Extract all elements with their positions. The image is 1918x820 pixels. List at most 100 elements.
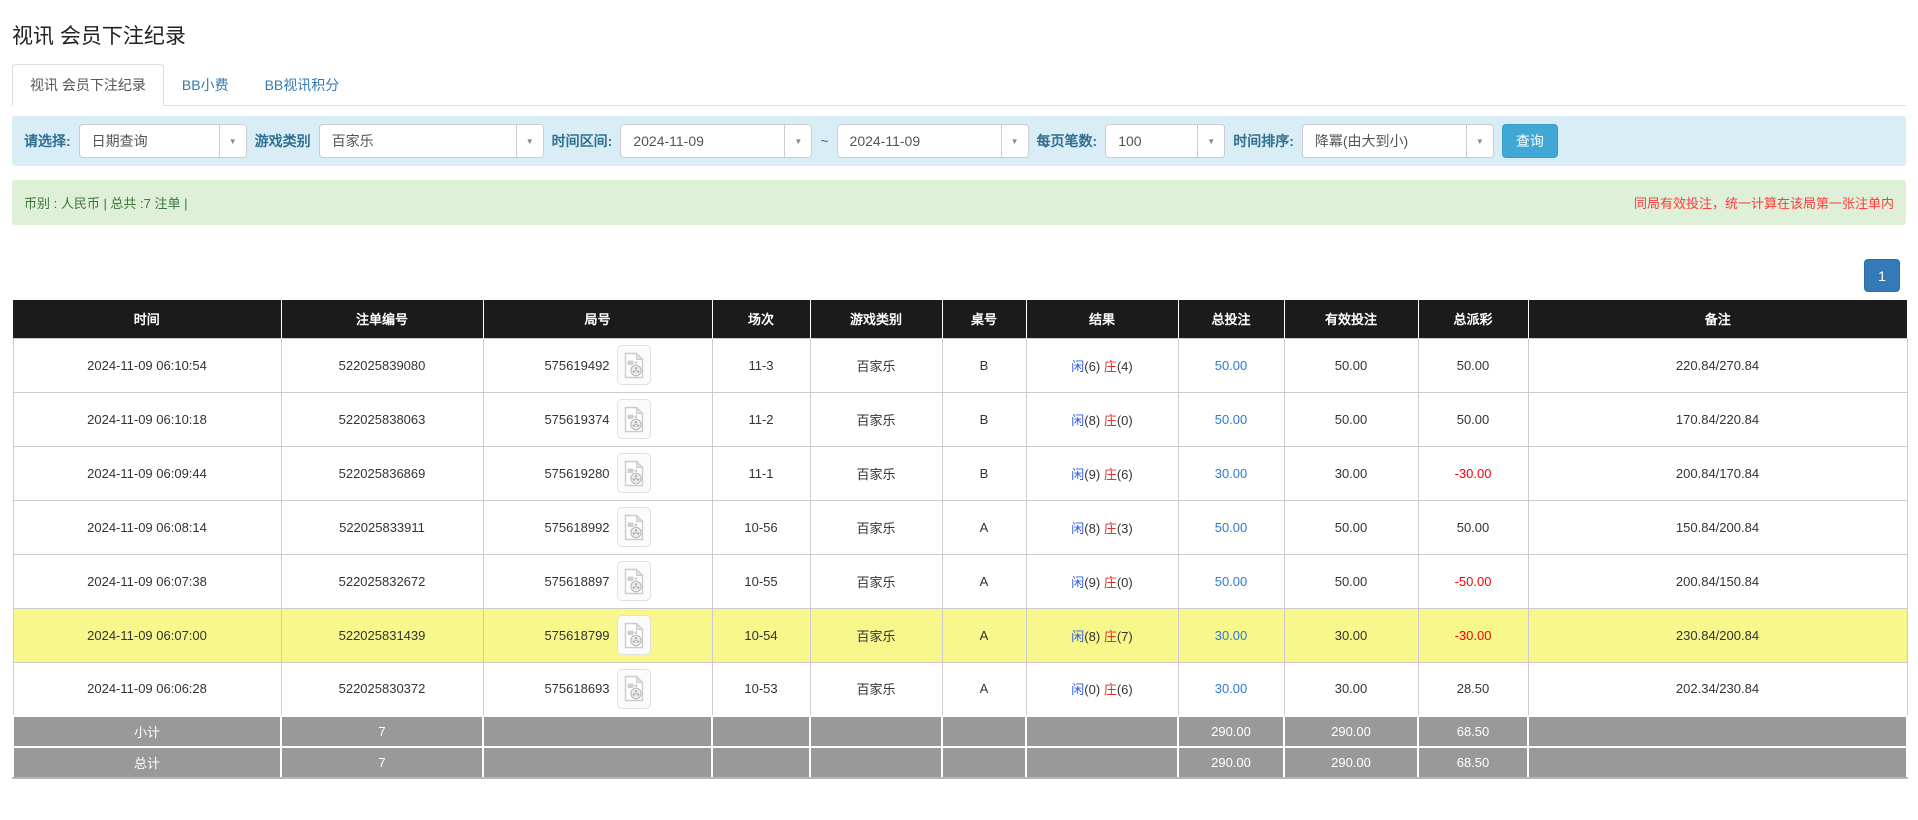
header-time: 时间 bbox=[13, 300, 281, 338]
result-banker-label: 庄 bbox=[1104, 575, 1117, 590]
header-round-id: 局号 bbox=[483, 300, 712, 338]
date-to-value: 2024-11-09 bbox=[838, 133, 1001, 149]
result-banker-value: (3) bbox=[1117, 521, 1133, 536]
session-cell: 10-56 bbox=[712, 500, 810, 554]
header-valid-bet: 有效投注 bbox=[1284, 300, 1418, 338]
bet-id-cell: 522025833911 bbox=[281, 500, 483, 554]
same-round-notice: 同局有效投注，统一计算在该局第一张注单内 bbox=[1634, 193, 1894, 212]
tab-bb-tip[interactable]: BB小费 bbox=[164, 64, 247, 106]
round-id-cell: 575619374 bbox=[483, 392, 712, 446]
total-label: 总计 bbox=[13, 747, 281, 778]
result-banker-value: (6) bbox=[1117, 682, 1133, 697]
result-banker-label: 庄 bbox=[1104, 682, 1117, 697]
remark-cell: 230.84/200.84 bbox=[1528, 608, 1907, 662]
result-player-value: (8) bbox=[1084, 413, 1100, 428]
total-bet-link[interactable]: 50.00 bbox=[1215, 520, 1248, 535]
round-id-value: 575618897 bbox=[544, 574, 609, 589]
video-replay-button[interactable] bbox=[617, 453, 651, 493]
date-from-input[interactable]: 2024-11-09 ▼ bbox=[620, 124, 812, 158]
round-id-value: 575618799 bbox=[544, 628, 609, 643]
video-replay-button[interactable] bbox=[617, 669, 651, 709]
query-type-select[interactable]: 日期查询 ▼ bbox=[79, 124, 247, 158]
total-bet-cell: 30.00 bbox=[1178, 662, 1284, 716]
date-range-label: 时间区间: bbox=[552, 131, 613, 151]
video-file-icon bbox=[623, 675, 645, 702]
bet-table: 时间 注单编号 局号 场次 游戏类别 桌号 结果 总投注 有效投注 总派彩 备注… bbox=[12, 300, 1908, 779]
table-row: 2024-11-09 06:10:54 522025839080 5756194… bbox=[13, 338, 1907, 392]
table-no-cell: B bbox=[942, 392, 1026, 446]
video-replay-button[interactable] bbox=[617, 345, 651, 385]
tab-bb-video-points[interactable]: BB视讯积分 bbox=[247, 64, 358, 106]
date-range-separator: ~ bbox=[820, 133, 828, 149]
valid-bet-cell: 50.00 bbox=[1284, 338, 1418, 392]
result-player-label: 闲 bbox=[1071, 467, 1084, 482]
pagination: 1 bbox=[12, 259, 1906, 292]
result-banker-value: (7) bbox=[1117, 629, 1133, 644]
valid-bet-cell: 30.00 bbox=[1284, 446, 1418, 500]
chevron-down-icon: ▼ bbox=[784, 125, 811, 157]
total-bet-cell: 50.00 bbox=[1178, 392, 1284, 446]
table-no-cell: B bbox=[942, 338, 1026, 392]
result-banker-label: 庄 bbox=[1104, 467, 1117, 482]
video-replay-button[interactable] bbox=[617, 561, 651, 601]
video-replay-button[interactable] bbox=[617, 399, 651, 439]
subtotal-count: 7 bbox=[281, 716, 483, 747]
total-bet-link[interactable]: 50.00 bbox=[1215, 574, 1248, 589]
session-cell: 11-2 bbox=[712, 392, 810, 446]
result-player-value: (0) bbox=[1084, 682, 1100, 697]
result-banker-value: (0) bbox=[1117, 413, 1133, 428]
payout-cell: 50.00 bbox=[1418, 500, 1528, 554]
payout-cell: -30.00 bbox=[1418, 446, 1528, 500]
payout-cell: -30.00 bbox=[1418, 608, 1528, 662]
bet-id-cell: 522025831439 bbox=[281, 608, 483, 662]
total-bet-link[interactable]: 30.00 bbox=[1215, 628, 1248, 643]
payout-cell: 50.00 bbox=[1418, 338, 1528, 392]
video-replay-button[interactable] bbox=[617, 507, 651, 547]
total-total-bet: 290.00 bbox=[1178, 747, 1284, 778]
query-type-label: 请选择: bbox=[24, 131, 71, 151]
valid-bet-cell: 30.00 bbox=[1284, 662, 1418, 716]
video-replay-button[interactable] bbox=[617, 615, 651, 655]
session-cell: 11-3 bbox=[712, 338, 810, 392]
video-file-icon bbox=[623, 352, 645, 379]
round-id-value: 575618992 bbox=[544, 520, 609, 535]
table-no-cell: B bbox=[942, 446, 1026, 500]
chevron-down-icon: ▼ bbox=[516, 125, 543, 157]
remark-cell: 220.84/270.84 bbox=[1528, 338, 1907, 392]
result-banker-label: 庄 bbox=[1104, 629, 1117, 644]
bet-id-cell: 522025836869 bbox=[281, 446, 483, 500]
date-to-input[interactable]: 2024-11-09 ▼ bbox=[837, 124, 1029, 158]
subtotal-row: 小计 7 290.00 290.00 68.50 bbox=[13, 716, 1907, 747]
total-bet-link[interactable]: 50.00 bbox=[1215, 358, 1248, 373]
search-button[interactable]: 查询 bbox=[1502, 124, 1558, 158]
total-bet-link[interactable]: 30.00 bbox=[1215, 466, 1248, 481]
valid-bet-cell: 50.00 bbox=[1284, 500, 1418, 554]
result-cell: 闲(9) 庄(6) bbox=[1026, 446, 1178, 500]
total-bet-link[interactable]: 50.00 bbox=[1215, 412, 1248, 427]
time-cell: 2024-11-09 06:06:28 bbox=[13, 662, 281, 716]
page-button-1[interactable]: 1 bbox=[1864, 259, 1900, 292]
page-size-input[interactable]: 100 ▼ bbox=[1105, 124, 1225, 158]
date-from-value: 2024-11-09 bbox=[621, 133, 784, 149]
result-player-label: 闲 bbox=[1071, 413, 1084, 428]
table-no-cell: A bbox=[942, 554, 1026, 608]
valid-bet-cell: 30.00 bbox=[1284, 608, 1418, 662]
video-file-icon bbox=[623, 406, 645, 433]
game-type-select[interactable]: 百家乐 ▼ bbox=[319, 124, 544, 158]
round-id-value: 575619280 bbox=[544, 466, 609, 481]
result-player-label: 闲 bbox=[1071, 521, 1084, 536]
chevron-down-icon: ▼ bbox=[1466, 125, 1493, 157]
remark-cell: 150.84/200.84 bbox=[1528, 500, 1907, 554]
total-bet-link[interactable]: 30.00 bbox=[1215, 681, 1248, 696]
time-cell: 2024-11-09 06:07:38 bbox=[13, 554, 281, 608]
total-payout: 68.50 bbox=[1418, 747, 1528, 778]
tab-bet-records[interactable]: 视讯 会员下注纪录 bbox=[12, 64, 164, 106]
table-row: 2024-11-09 06:07:00 522025831439 5756187… bbox=[13, 608, 1907, 662]
subtotal-label: 小计 bbox=[13, 716, 281, 747]
sort-order-select[interactable]: 降冪(由大到小) ▼ bbox=[1302, 124, 1494, 158]
total-bet-cell: 30.00 bbox=[1178, 608, 1284, 662]
query-type-value: 日期查询 bbox=[80, 131, 219, 151]
video-file-icon bbox=[623, 460, 645, 487]
result-player-value: (8) bbox=[1084, 629, 1100, 644]
game-type-label: 游戏类别 bbox=[255, 131, 311, 151]
